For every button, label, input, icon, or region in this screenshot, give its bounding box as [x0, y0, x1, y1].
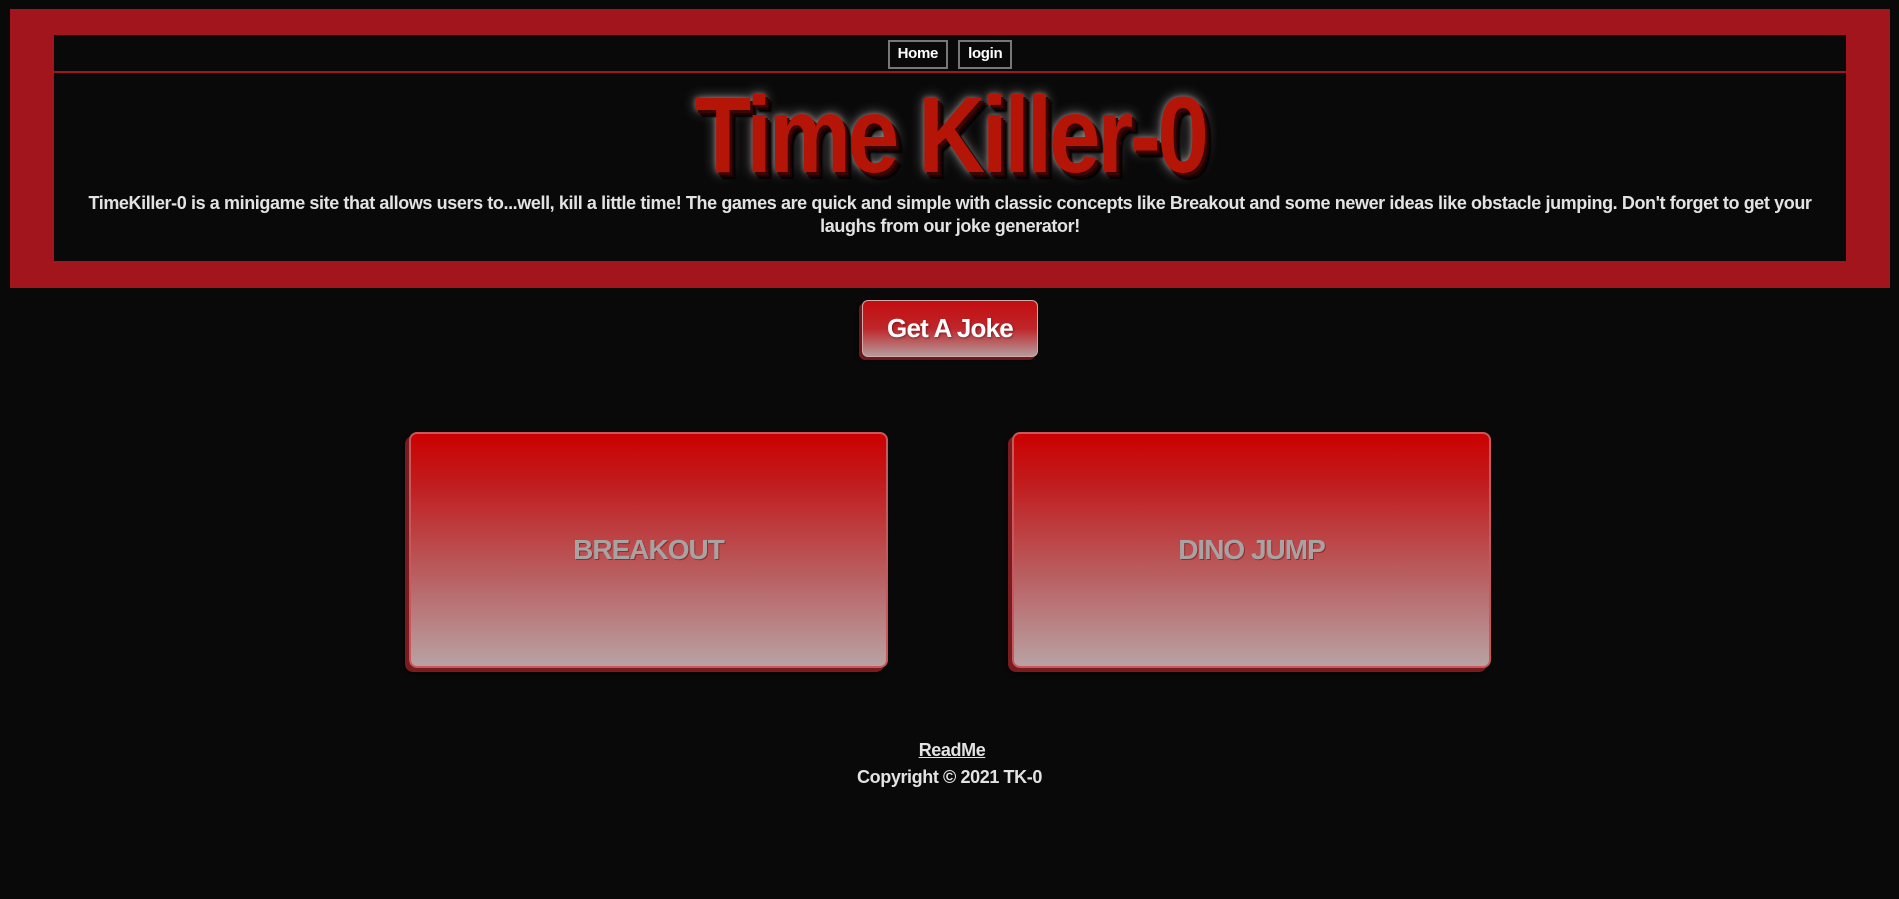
get-joke-button[interactable]: Get A Joke — [862, 300, 1038, 357]
login-button[interactable]: login — [958, 39, 1013, 69]
home-button[interactable]: Home — [887, 39, 949, 69]
top-nav: Home login — [54, 35, 1846, 73]
copyright-text: Copyright © 2021 TK-0 — [857, 767, 1042, 787]
site-title: Time Killer-0 — [694, 74, 1209, 195]
dino-jump-game-card[interactable]: DINO JUMP — [1012, 432, 1491, 668]
breakout-game-card[interactable]: BREAKOUT — [409, 432, 888, 668]
readme-link[interactable]: ReadMe — [919, 740, 986, 761]
header-panel: Home login Time Killer-0 TimeKiller-0 is… — [54, 35, 1846, 261]
footer: ReadMe Copyright © 2021 TK-0 — [0, 740, 1899, 788]
site-description: TimeKiller-0 is a minigame site that all… — [88, 193, 1812, 236]
dino-jump-label: DINO JUMP — [1178, 534, 1326, 565]
breakout-label: BREAKOUT — [573, 534, 725, 565]
header-banner: Home login Time Killer-0 TimeKiller-0 is… — [10, 9, 1890, 288]
